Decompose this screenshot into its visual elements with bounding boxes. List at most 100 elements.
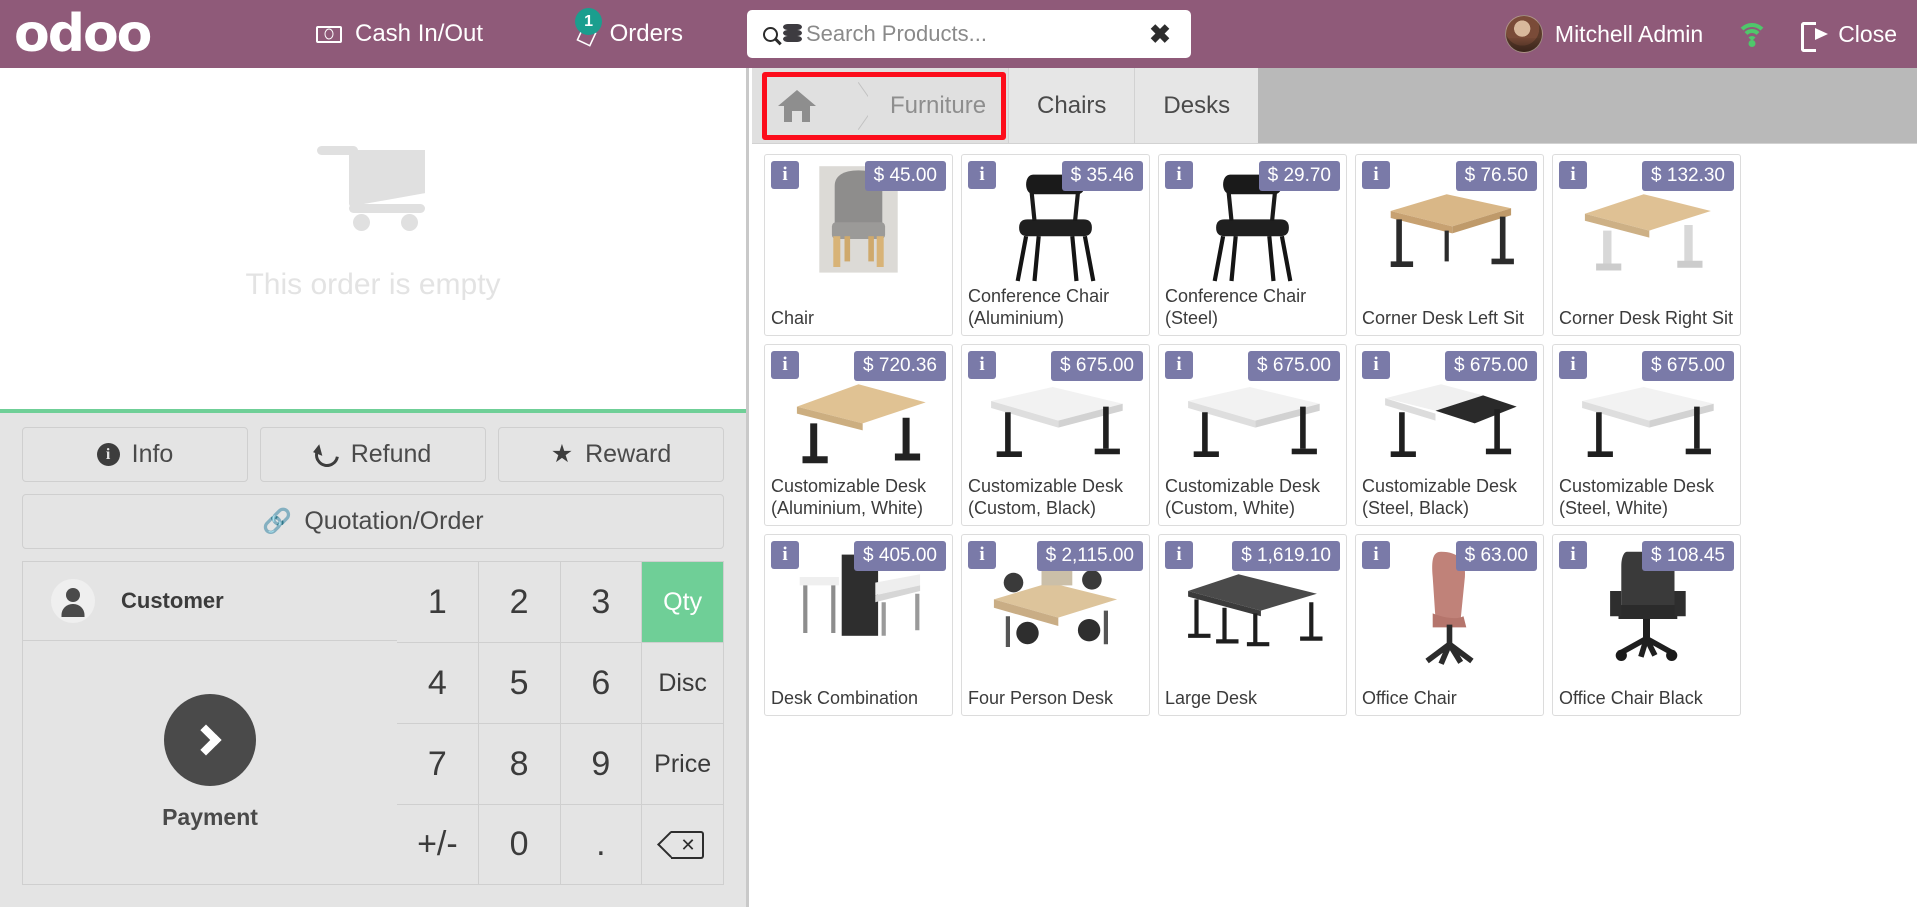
- numpad-key-7[interactable]: 7: [397, 723, 479, 804]
- product-card[interactable]: i $ 675.00 Customizable Desk (Steel, White…: [1552, 344, 1741, 526]
- product-info-icon[interactable]: i: [1559, 541, 1587, 569]
- product-card[interactable]: i $ 2,115.00 Four Person Desk: [961, 534, 1150, 716]
- link-icon: 🔗: [262, 507, 293, 535]
- numpad-key-9[interactable]: 9: [560, 723, 643, 804]
- product-price: $ 675.00: [1642, 351, 1734, 381]
- search-bar[interactable]: ✖: [746, 10, 1191, 58]
- numpad-key-6[interactable]: 6: [560, 642, 643, 723]
- product-card[interactable]: i $ 35.46 Conference Chair (Aluminium): [961, 154, 1150, 336]
- product-card[interactable]: i $ 29.70 Conference Chair (Steel): [1158, 154, 1347, 336]
- product-name: Customizable Desk (Custom, White): [1165, 476, 1321, 519]
- product-info-icon[interactable]: i: [1362, 351, 1390, 379]
- cash-in-out-button[interactable]: Cash In/Out: [300, 14, 499, 54]
- refund-button[interactable]: Refund: [260, 427, 486, 482]
- customer-button[interactable]: Customer: [23, 562, 397, 641]
- product-name: Corner Desk Right Sit: [1559, 308, 1734, 329]
- product-price: $ 108.45: [1642, 541, 1734, 571]
- order-footer: Customer Payment 1 2 3 Qty 4 5 6 Disc 7 8 9 Price +/…: [0, 561, 746, 907]
- product-name: Customizable Desk (Aluminium, White): [771, 476, 927, 519]
- category-bar-filler: [1258, 68, 1917, 143]
- product-price: $ 675.00: [1248, 351, 1340, 381]
- wifi-status-icon[interactable]: [1735, 21, 1769, 47]
- numpad-key-[interactable]: +/-: [397, 804, 479, 885]
- product-name: Conference Chair (Aluminium): [968, 286, 1110, 329]
- category-tab-chairs[interactable]: Chairs: [1008, 68, 1135, 143]
- product-info-icon[interactable]: i: [771, 541, 799, 569]
- numpad-key-2[interactable]: 2: [478, 561, 561, 642]
- product-info-icon[interactable]: i: [968, 541, 996, 569]
- product-card[interactable]: i $ 132.30 Corner Desk Right Sit: [1552, 154, 1741, 336]
- breadcrumb-home-button[interactable]: [752, 68, 842, 143]
- orders-count-badge: 1: [575, 7, 603, 35]
- orders-button[interactable]: ◇ 1 Orders: [559, 7, 699, 57]
- numpad-key-8[interactable]: 8: [478, 723, 561, 804]
- clear-search-icon[interactable]: ✖: [1143, 21, 1177, 47]
- numpad-key-price[interactable]: Price: [642, 723, 724, 804]
- numpad-key-qty[interactable]: Qty: [642, 561, 724, 642]
- reward-button[interactable]: ★ Reward: [498, 427, 724, 482]
- product-info-icon[interactable]: i: [1165, 541, 1193, 569]
- numpad-key-backspace[interactable]: ✕: [642, 804, 724, 885]
- customer-payment-column: Customer Payment: [22, 561, 397, 885]
- user-menu-button[interactable]: Mitchell Admin: [1495, 15, 1713, 53]
- product-card[interactable]: i $ 675.00 Customizable Desk (Steel, Black…: [1355, 344, 1544, 526]
- product-name: Customizable Desk (Custom, Black): [968, 476, 1124, 519]
- product-info-icon[interactable]: i: [1362, 161, 1390, 189]
- numpad-key-1[interactable]: 1: [397, 561, 479, 642]
- logout-icon: [1801, 22, 1829, 52]
- product-card[interactable]: i $ 1,619.10 Large Desk: [1158, 534, 1347, 716]
- product-card[interactable]: i $ 405.00 Desk Combination: [764, 534, 953, 716]
- info-label: Info: [131, 440, 174, 468]
- product-name: Chair: [771, 308, 815, 329]
- product-price: $ 132.30: [1642, 161, 1734, 191]
- search-icons-group: [762, 24, 802, 44]
- orders-label: Orders: [609, 20, 683, 47]
- product-info-icon[interactable]: i: [1362, 541, 1390, 569]
- product-card[interactable]: i $ 720.36 Customizable Desk (Aluminium, W…: [764, 344, 953, 526]
- order-panel: This order is empty i Info Refund ★ Rewa…: [0, 68, 749, 907]
- product-price: $ 76.50: [1455, 161, 1537, 191]
- payment-label: Payment: [162, 804, 258, 830]
- product-info-icon[interactable]: i: [771, 161, 799, 189]
- search-input[interactable]: [805, 21, 1144, 47]
- product-card[interactable]: i $ 108.45 Office Chair Black: [1552, 534, 1741, 716]
- chevron-right-icon: [190, 724, 222, 756]
- action-row-secondary: 🔗 Quotation/Order: [22, 494, 724, 549]
- quotation-order-button[interactable]: 🔗 Quotation/Order: [22, 494, 724, 549]
- product-price: $ 63.00: [1455, 541, 1537, 571]
- product-info-icon[interactable]: i: [771, 351, 799, 379]
- numpad-key-5[interactable]: 5: [478, 642, 561, 723]
- product-info-icon[interactable]: i: [968, 161, 996, 189]
- odoo-logo[interactable]: odoo: [14, 8, 214, 60]
- product-info-icon[interactable]: i: [1165, 161, 1193, 189]
- reward-label: Reward: [585, 440, 672, 468]
- product-info-icon[interactable]: i: [1559, 351, 1587, 379]
- close-session-button[interactable]: Close: [1791, 21, 1907, 52]
- product-card[interactable]: i $ 76.50 Corner Desk Left Sit: [1355, 154, 1544, 336]
- numpad-key-[interactable]: .: [560, 804, 643, 885]
- numpad-key-disc[interactable]: Disc: [642, 642, 724, 723]
- numpad-key-0[interactable]: 0: [478, 804, 561, 885]
- top-navigation-bar: odoo Cash In/Out ◇ 1 Orders ✖ Mitchell A…: [0, 0, 1917, 68]
- product-card[interactable]: i $ 45.00 Chair: [764, 154, 953, 336]
- payment-button[interactable]: Payment: [23, 641, 397, 884]
- numpad: 1 2 3 Qty 4 5 6 Disc 7 8 9 Price +/- 0. ✕: [397, 561, 724, 885]
- cash-in-out-label: Cash In/Out: [355, 20, 484, 47]
- product-info-icon[interactable]: i: [968, 351, 996, 379]
- person-icon: [51, 579, 95, 623]
- numpad-key-3[interactable]: 3: [560, 561, 643, 642]
- refund-label: Refund: [350, 440, 432, 468]
- product-card[interactable]: i $ 675.00 Customizable Desk (Custom, Blac…: [961, 344, 1150, 526]
- product-price: $ 675.00: [1051, 351, 1143, 381]
- product-info-icon[interactable]: i: [1559, 161, 1587, 189]
- product-name: Customizable Desk (Steel, White): [1559, 476, 1715, 519]
- action-row-primary: i Info Refund ★ Reward: [22, 427, 724, 482]
- product-card[interactable]: i $ 675.00 Customizable Desk (Custom, Whit…: [1158, 344, 1347, 526]
- product-info-icon[interactable]: i: [1165, 351, 1193, 379]
- category-tab-desks[interactable]: Desks: [1134, 68, 1259, 143]
- breadcrumb-current-category[interactable]: Furniture: [868, 68, 1009, 143]
- customer-label: Customer: [121, 588, 224, 613]
- numpad-key-4[interactable]: 4: [397, 642, 479, 723]
- product-card[interactable]: i $ 63.00 Office Chair: [1355, 534, 1544, 716]
- info-button[interactable]: i Info: [22, 427, 248, 482]
